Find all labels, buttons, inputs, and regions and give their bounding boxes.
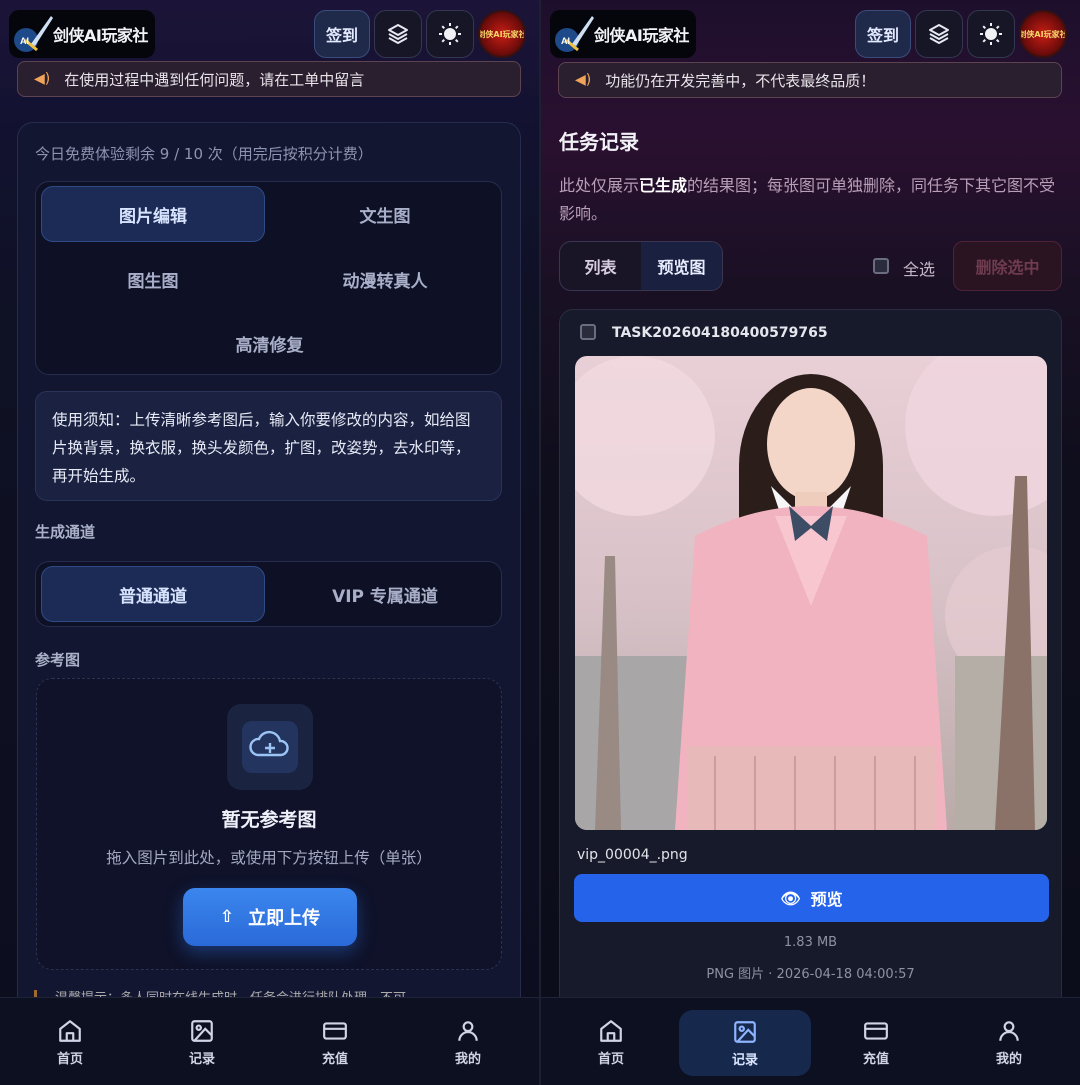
task-id: TASK202604180400579765 — [612, 325, 828, 341]
top-bar: AI 剑侠AI玩家社 签到 剑侠AI玩家社 — [541, 0, 1080, 62]
channel-selector: 普通通道 VIP 专属通道 — [35, 561, 502, 627]
delete-selected-button[interactable]: 删除选中 — [953, 241, 1062, 291]
svg-text:AI: AI — [561, 36, 570, 46]
file-name: vip_00004_.png — [577, 847, 688, 863]
app-logo[interactable]: AI 剑侠AI玩家社 — [9, 10, 155, 58]
layers-button[interactable] — [915, 10, 963, 58]
preview-button-label: 预览 — [810, 890, 843, 909]
nav-profile-label: 我的 — [454, 1051, 481, 1067]
upload-title: 暂无参考图 — [221, 809, 317, 831]
channel-vip[interactable]: VIP 专属通道 — [269, 566, 501, 622]
tab-anime-to-real[interactable]: 动漫转真人 — [269, 251, 501, 307]
select-all-label: 全选 — [903, 260, 936, 279]
eye-icon: 👁 — [780, 888, 801, 908]
card-icon — [864, 1021, 888, 1040]
nav-records[interactable]: 记录 — [679, 1010, 811, 1076]
nav-profile[interactable]: 我的 — [964, 998, 1054, 1085]
speaker-icon: ◀) — [34, 71, 51, 87]
select-all-checkbox[interactable] — [873, 258, 889, 274]
bottom-nav: 首页 记录 充值 我的 — [541, 997, 1080, 1085]
theme-toggle-button[interactable] — [967, 10, 1015, 58]
left-screen: AI 剑侠AI玩家社 签到 剑侠AI玩家社 ◀) 在使用过程中遇到任何问题，请在… — [0, 0, 539, 1085]
notice-bar: ◀) 功能仍在开发完善中，不代表最终品质！ — [558, 62, 1062, 98]
usage-tips: 使用须知：上传清晰参考图后，输入你要修改的内容，如给图片换背景，换衣服，换头发颜… — [35, 391, 502, 501]
nav-recharge-label: 充值 — [862, 1051, 889, 1067]
image-icon — [734, 1020, 756, 1043]
reference-label: 参考图 — [35, 651, 81, 669]
notice-text: 在使用过程中遇到任何问题，请在工单中留言 — [64, 70, 365, 89]
section-description: 此处仅展示已生成的结果图；每张图可单独删除，同任务下其它图不受影响。 — [559, 176, 1056, 223]
nav-profile[interactable]: 我的 — [423, 998, 513, 1085]
avatar[interactable]: 剑侠AI玩家社 — [1019, 10, 1067, 58]
logo-text: 剑侠AI玩家社 — [53, 26, 148, 45]
bottom-nav: 首页 记录 充值 我的 — [0, 997, 539, 1085]
task-card: TASK202604180400579765 vip_00004_.png 👁 … — [559, 309, 1062, 1009]
tab-hd-restore[interactable]: 高清修复 — [41, 315, 498, 371]
cloud-upload-icon — [242, 721, 298, 773]
sign-in-button[interactable]: 签到 — [314, 10, 370, 58]
task-checkbox[interactable] — [580, 324, 596, 340]
sun-icon — [980, 23, 1002, 45]
app-logo[interactable]: AI 剑侠AI玩家社 — [550, 10, 696, 58]
nav-recharge[interactable]: 充值 — [290, 998, 380, 1085]
speaker-icon: ◀) — [575, 72, 592, 88]
sword-icon: AI — [14, 16, 53, 52]
result-photo — [575, 356, 1047, 830]
tab-image-edit[interactable]: 图片编辑 — [41, 186, 265, 242]
upload-icon-box — [227, 704, 313, 790]
upload-button[interactable]: ⇧ 立即上传 — [183, 888, 357, 946]
avatar[interactable]: 剑侠AI玩家社 — [478, 10, 526, 58]
sword-icon: AI — [555, 16, 594, 52]
nav-recharge[interactable]: 充值 — [831, 998, 921, 1085]
channel-normal[interactable]: 普通通道 — [41, 566, 265, 622]
nav-records-label: 记录 — [731, 1052, 758, 1068]
preview-button[interactable]: 👁 预览 — [574, 874, 1049, 922]
upload-arrow-icon: ⇧ — [219, 907, 235, 927]
file-size: 1.83 MB — [783, 935, 838, 950]
top-bar: AI 剑侠AI玩家社 签到 剑侠AI玩家社 — [0, 0, 539, 62]
quota-text: 今日免费体验剩余 9 / 10 次（用完后按积分计费） — [35, 145, 373, 163]
tab-text-to-image[interactable]: 文生图 — [269, 186, 501, 242]
nav-home-label: 首页 — [597, 1051, 624, 1067]
upload-description: 拖入图片到此处，或使用下方按钮上传（单张） — [106, 849, 432, 867]
user-icon — [458, 1020, 478, 1041]
logo-text: 剑侠AI玩家社 — [594, 26, 689, 45]
layers-icon — [929, 24, 949, 44]
file-meta: PNG 图片 · 2026-04-18 04:00:57 — [706, 967, 915, 982]
right-screen: AI 剑侠AI玩家社 签到 剑侠AI玩家社 ◀) 功能仍在开发完善中，不代表最终… — [541, 0, 1080, 1085]
nav-records-label: 记录 — [188, 1051, 215, 1067]
sun-icon — [439, 23, 461, 45]
layers-button[interactable] — [374, 10, 422, 58]
nav-home-label: 首页 — [56, 1051, 83, 1067]
result-image[interactable] — [575, 356, 1047, 830]
upload-dropzone[interactable]: 暂无参考图 拖入图片到此处，或使用下方按钮上传（单张） ⇧ 立即上传 — [36, 678, 502, 970]
image-icon — [191, 1019, 213, 1042]
upload-button-label: 立即上传 — [248, 908, 321, 929]
card-icon — [323, 1021, 347, 1040]
home-icon — [59, 1019, 81, 1042]
home-icon — [600, 1019, 622, 1042]
mode-tabs: 图片编辑 文生图 图生图 动漫转真人 高清修复 — [35, 181, 502, 375]
sign-in-button[interactable]: 签到 — [855, 10, 911, 58]
view-list-button[interactable]: 列表 — [560, 242, 641, 290]
user-icon — [999, 1020, 1019, 1041]
layers-icon — [388, 24, 408, 44]
nav-home[interactable]: 首页 — [25, 998, 115, 1085]
nav-profile-label: 我的 — [995, 1051, 1022, 1067]
channel-label: 生成通道 — [35, 523, 96, 541]
section-title: 任务记录 — [559, 130, 639, 154]
nav-recharge-label: 充值 — [321, 1051, 348, 1067]
view-preview-button[interactable]: 预览图 — [641, 242, 722, 290]
notice-text: 功能仍在开发完善中，不代表最终品质！ — [605, 71, 876, 90]
notice-bar: ◀) 在使用过程中遇到任何问题，请在工单中留言 — [17, 61, 521, 97]
theme-toggle-button[interactable] — [426, 10, 474, 58]
tab-image-to-image[interactable]: 图生图 — [41, 251, 265, 307]
nav-records[interactable]: 记录 — [157, 998, 247, 1085]
view-toggle: 列表 预览图 — [559, 241, 723, 291]
nav-home[interactable]: 首页 — [566, 998, 656, 1085]
svg-text:AI: AI — [20, 36, 29, 46]
